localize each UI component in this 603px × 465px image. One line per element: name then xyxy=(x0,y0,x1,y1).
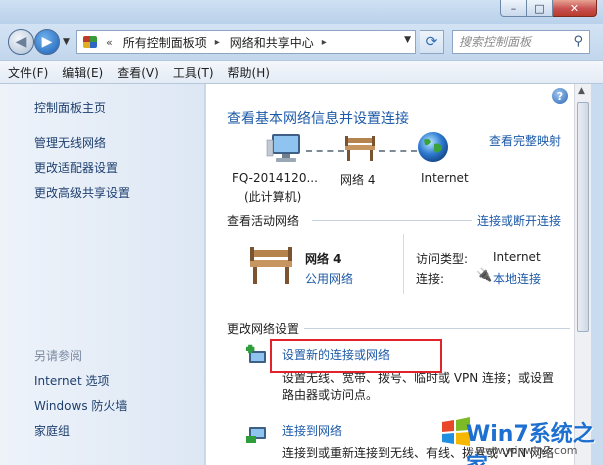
back-button[interactable]: ◀ xyxy=(8,29,34,55)
help-button[interactable]: ? xyxy=(552,88,568,104)
watermark-url: www.winwin7.com xyxy=(476,444,578,457)
connect-network-icon xyxy=(246,427,266,443)
connections-label: 连接: xyxy=(416,272,445,286)
new-connection-icon xyxy=(246,344,266,363)
globe-internet-icon[interactable] xyxy=(416,130,450,164)
network-name-label: 网络 4 xyxy=(340,173,376,187)
sidebar-item-homegroup[interactable]: 家庭组 xyxy=(34,422,70,439)
recent-pages-dropdown[interactable]: ▼ xyxy=(63,37,70,47)
menu-edit[interactable]: 编辑(E) xyxy=(62,64,103,81)
scroll-up-arrow[interactable]: ▲ xyxy=(578,86,585,96)
sidebar-item-internet-options[interactable]: Internet 选项 xyxy=(34,372,109,389)
scroll-thumb[interactable] xyxy=(577,102,589,332)
window-controls: – □ ✕ xyxy=(500,0,597,17)
title-bar: – □ ✕ xyxy=(0,0,603,24)
setup-new-connection-desc-2: 路由器或访问点。 xyxy=(282,388,379,402)
search-input[interactable] xyxy=(459,35,569,49)
computer-sub-label: (此计算机) xyxy=(244,190,302,204)
breadcrumb-separator[interactable]: ▸ xyxy=(215,37,220,48)
vertical-divider xyxy=(403,234,404,294)
sidebar-item-change-adapter[interactable]: 更改适配器设置 xyxy=(34,159,118,176)
section-divider-2 xyxy=(304,328,570,329)
minimize-button[interactable]: – xyxy=(500,0,527,17)
close-button[interactable]: ✕ xyxy=(553,0,597,17)
sidebar: 控制面板主页 管理无线网络 更改适配器设置 更改高级共享设置 另请参阅 Inte… xyxy=(0,84,205,465)
window-border xyxy=(591,84,603,465)
main-content: ? 查看基本网络信息并设置连接 查看完整映射 FQ-2014120... (此计… xyxy=(206,84,574,465)
search-box[interactable]: ⚲ xyxy=(452,30,590,54)
computer-name-label: FQ-2014120... xyxy=(232,171,318,185)
bench-icon xyxy=(250,247,292,284)
watermark: Win7系统之家 www.winwin7.com xyxy=(436,412,603,465)
menu-file[interactable]: 文件(F) xyxy=(8,64,48,81)
connect-disconnect-link[interactable]: 连接或断开连接 xyxy=(477,212,561,229)
link-computer-network xyxy=(306,150,344,152)
menu-help[interactable]: 帮助(H) xyxy=(228,64,270,81)
menu-bar: 文件(F) 编辑(E) 查看(V) 工具(T) 帮助(H) xyxy=(0,60,603,84)
navigation-bar: ◀ ▶ ▼ « 所有控制面板项 ▸ 网络和共享中心 ▸ ▼ ⟳ ⚲ xyxy=(0,24,603,60)
address-bar[interactable]: « 所有控制面板项 ▸ 网络和共享中心 ▸ ▼ xyxy=(76,30,416,54)
sidebar-item-windows-firewall[interactable]: Windows 防火墙 xyxy=(34,397,127,414)
link-network-internet xyxy=(379,150,417,152)
bench-network-icon[interactable] xyxy=(342,134,378,162)
right-arrow-icon: ▶ xyxy=(41,34,53,50)
breadcrumb-network-sharing-center[interactable]: 网络和共享中心 xyxy=(230,34,314,51)
control-panel-icon xyxy=(80,33,100,51)
internet-label: Internet xyxy=(421,171,469,185)
network-type-link[interactable]: 公用网络 xyxy=(305,270,353,287)
left-arrow-icon: ◀ xyxy=(15,34,27,50)
breadcrumb-control-panel-items[interactable]: 所有控制面板项 xyxy=(123,34,207,51)
sidebar-item-advanced-sharing[interactable]: 更改高级共享设置 xyxy=(34,184,130,201)
section-divider xyxy=(312,220,472,221)
change-settings-title: 更改网络设置 xyxy=(227,322,300,336)
connect-to-network-link[interactable]: 连接到网络 xyxy=(282,422,342,439)
sidebar-item-control-panel-home[interactable]: 控制面板主页 xyxy=(34,99,106,116)
local-connection-link[interactable]: 本地连接 xyxy=(493,270,541,287)
page-title: 查看基本网络信息并设置连接 xyxy=(227,111,409,127)
refresh-button[interactable]: ⟳ xyxy=(420,30,444,54)
menu-view[interactable]: 查看(V) xyxy=(117,64,159,81)
see-also-header: 另请参阅 xyxy=(34,349,83,363)
help-icon: ? xyxy=(556,89,564,103)
search-icon[interactable]: ⚲ xyxy=(573,34,583,49)
view-full-map-link[interactable]: 查看完整映射 xyxy=(489,132,561,149)
maximize-button[interactable]: □ xyxy=(527,0,553,17)
highlight-annotation xyxy=(270,339,442,373)
access-type-value: Internet xyxy=(493,250,541,264)
vertical-scrollbar[interactable]: ▲ xyxy=(574,84,591,465)
sidebar-item-manage-wireless[interactable]: 管理无线网络 xyxy=(34,134,106,151)
refresh-icon: ⟳ xyxy=(425,34,438,50)
breadcrumb-separator-end[interactable]: ▸ xyxy=(322,37,327,48)
watermark-text: Win7系统之家 xyxy=(466,422,595,465)
menu-tools[interactable]: 工具(T) xyxy=(173,64,214,81)
access-type-label: 访问类型: xyxy=(416,252,469,266)
address-history-dropdown[interactable]: ▼ xyxy=(404,35,411,45)
active-network-name: 网络 4 xyxy=(305,252,342,266)
forward-button[interactable]: ▶ xyxy=(34,29,60,55)
active-networks-title: 查看活动网络 xyxy=(227,214,300,228)
computer-icon[interactable] xyxy=(266,132,306,166)
address-chevron[interactable]: « xyxy=(106,36,113,49)
ethernet-icon: 🔌 xyxy=(476,268,493,283)
